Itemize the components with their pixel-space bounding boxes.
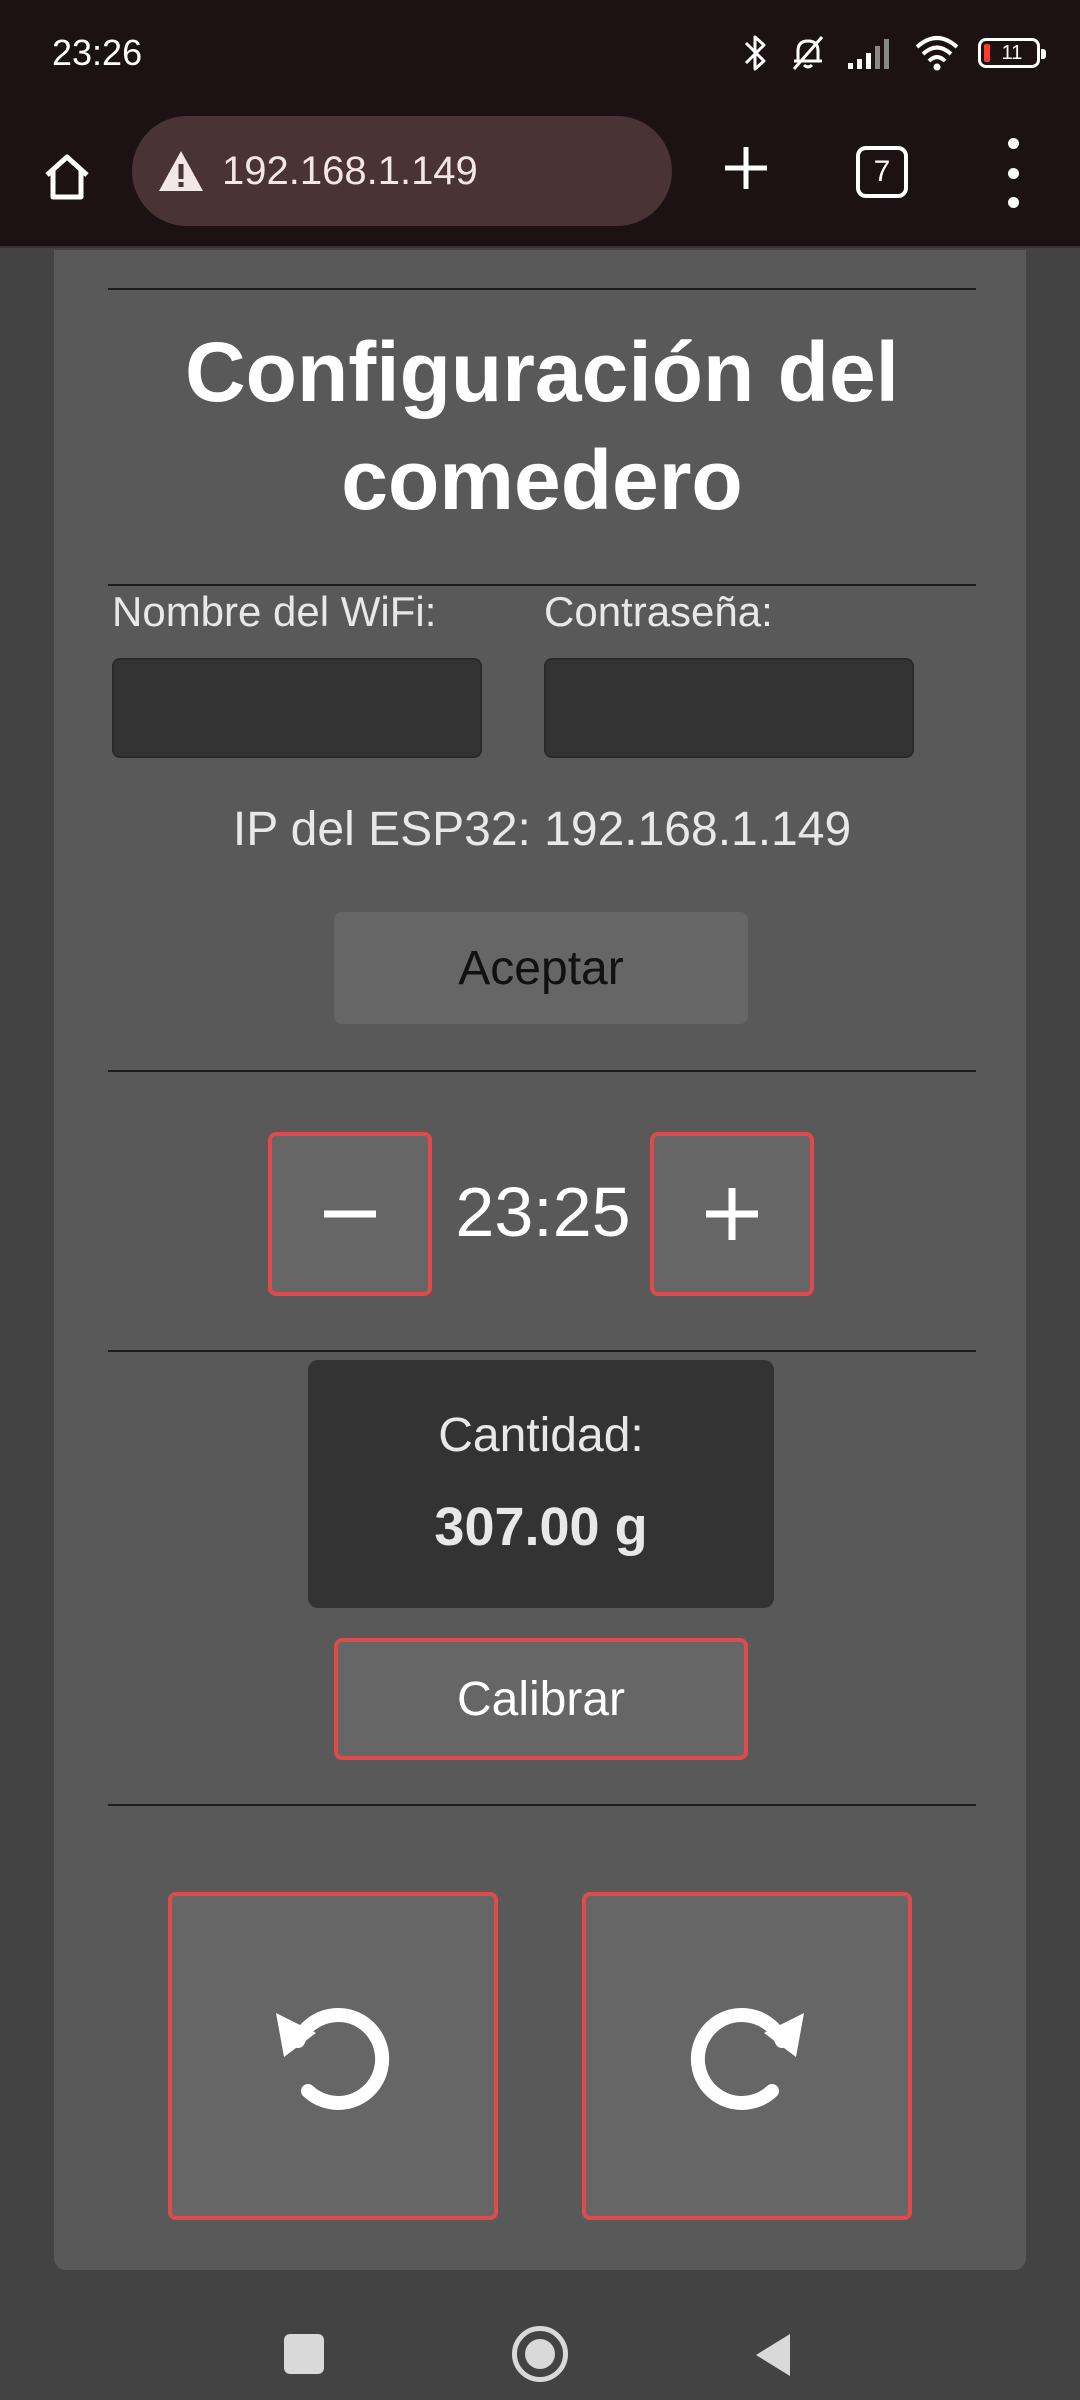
password-input[interactable] (544, 658, 914, 758)
wifi-icon (914, 35, 960, 71)
recents-icon[interactable] (284, 2334, 324, 2374)
signal-icon (846, 35, 896, 71)
divider (108, 1070, 976, 1072)
tab-count: 7 (873, 155, 891, 188)
more-vert-icon[interactable] (990, 138, 1036, 208)
wifi-name-label: Nombre del WiFi: (112, 588, 437, 635)
warning-icon[interactable] (154, 144, 208, 198)
rotate-left-icon (276, 2008, 390, 2110)
browser-toolbar: 192.168.1.149 7 (0, 108, 1080, 248)
home-button[interactable] (36, 146, 98, 208)
page-title: Configuración del comedero (185, 325, 899, 527)
divider (108, 288, 976, 290)
divider (108, 1804, 976, 1806)
increase-time-button[interactable] (650, 1132, 814, 1296)
minus-icon (324, 1210, 376, 1218)
quantity-panel: Cantidad: 307.00 g (308, 1360, 774, 1608)
back-icon[interactable] (752, 2332, 792, 2378)
calibrate-button[interactable]: Calibrar (334, 1638, 748, 1760)
status-bar: 23:26 11 (0, 0, 1080, 108)
status-icons: 11 (742, 28, 1046, 78)
status-time: 23:26 (52, 32, 143, 73)
plus-icon (725, 147, 767, 189)
rotate-right-icon (690, 2008, 804, 2110)
battery-icon: 11 (978, 38, 1046, 68)
navigation-bar (0, 2270, 1080, 2400)
plus-icon (706, 1188, 758, 1240)
home-icon (45, 154, 89, 200)
rotate-left-button[interactable] (168, 1892, 498, 2220)
bluetooth-icon (742, 33, 770, 73)
feed-time-display: 23:25 (455, 1173, 631, 1251)
wifi-name-input[interactable] (112, 658, 482, 758)
password-label: Contraseña: (544, 588, 773, 635)
decrease-time-button[interactable] (268, 1132, 432, 1296)
battery-level: 11 (1001, 41, 1023, 64)
url-text: 192.168.1.149 (222, 148, 478, 193)
divider (108, 1350, 976, 1352)
bell-muted-icon (788, 33, 828, 73)
quantity-value: 307.00 g (434, 1497, 648, 1557)
tabs-button[interactable]: 7 (856, 146, 908, 198)
home-circle-icon[interactable] (512, 2326, 568, 2382)
address-bar[interactable]: 192.168.1.149 (132, 116, 672, 226)
accept-button[interactable]: Aceptar (334, 912, 748, 1024)
esp32-ip-text: IP del ESP32: 192.168.1.149 (232, 803, 852, 856)
divider (108, 584, 976, 586)
rotate-right-button[interactable] (582, 1892, 912, 2220)
new-tab-button[interactable] (716, 138, 776, 198)
quantity-label: Cantidad: (438, 1409, 644, 1462)
